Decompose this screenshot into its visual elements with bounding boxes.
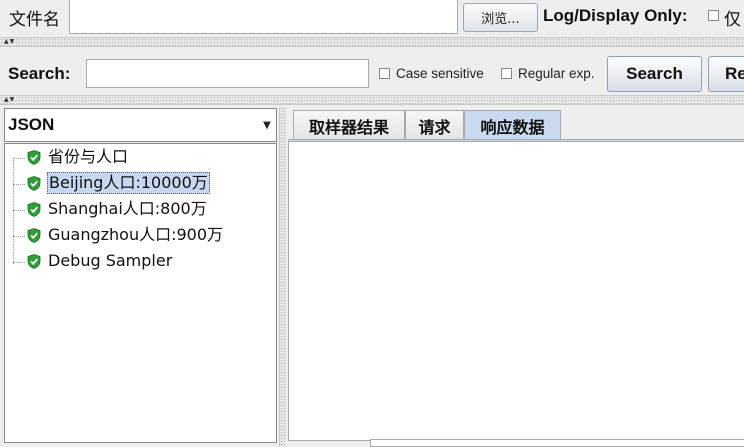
response-data-panel[interactable] <box>288 141 744 441</box>
green-shield-check-icon <box>27 202 41 217</box>
search-label: Search: <box>8 64 71 83</box>
renderer-selected-value: JSON <box>8 115 55 134</box>
splitter-middle[interactable] <box>0 95 744 105</box>
filename-label: 文件名 <box>9 10 60 30</box>
tree-item-label[interactable]: Guangzhou人口:900万 <box>46 224 225 246</box>
tree-branch-line <box>13 236 25 237</box>
green-shield-check-icon <box>27 228 41 243</box>
case-sensitive-label: Case sensitive <box>396 66 484 81</box>
tree-branch-line <box>13 262 25 263</box>
tree-item-label[interactable]: Beijing人口:10000万 <box>47 172 210 194</box>
case-sensitive-checkbox[interactable] <box>379 68 390 79</box>
green-shield-check-icon <box>27 176 41 191</box>
search-button[interactable]: Search <box>607 56 702 92</box>
reset-button[interactable]: Re <box>708 56 744 92</box>
tree-item-label[interactable]: 省份与人口 <box>46 146 130 168</box>
tab-response-data[interactable]: 响应数据 <box>464 110 561 140</box>
tab-request[interactable]: 请求 <box>405 110 464 140</box>
regular-exp-checkbox[interactable] <box>501 68 512 79</box>
splitter-arrows-icon[interactable]: ▲▼ <box>4 97 15 103</box>
filename-input[interactable] <box>69 0 458 34</box>
tree-branch-line <box>13 184 25 185</box>
only-label: 仅 <box>724 10 741 30</box>
green-shield-check-icon <box>27 254 41 269</box>
vertical-splitter[interactable] <box>279 107 286 447</box>
bottom-field[interactable] <box>370 439 744 447</box>
tab-sampler-result[interactable]: 取样器结果 <box>293 110 405 140</box>
search-input[interactable] <box>86 59 369 88</box>
tree-item-label[interactable]: Debug Sampler <box>46 250 174 272</box>
browse-button[interactable]: 浏览... <box>463 3 538 32</box>
dropdown-arrow-icon[interactable]: ▼ <box>258 110 276 140</box>
splitter-arrows-icon[interactable]: ▲▼ <box>4 39 15 45</box>
tree-branch-line <box>13 158 25 159</box>
only-checkbox[interactable] <box>708 10 719 21</box>
log-display-only-label: Log/Display Only: <box>543 6 688 25</box>
green-shield-check-icon <box>27 150 41 165</box>
tree-connector-line <box>13 160 14 264</box>
tree-branch-line <box>13 210 25 211</box>
tree-item-label[interactable]: Shanghai人口:800万 <box>46 198 209 220</box>
splitter-top[interactable] <box>0 37 744 47</box>
regular-exp-label: Regular exp. <box>518 66 595 81</box>
